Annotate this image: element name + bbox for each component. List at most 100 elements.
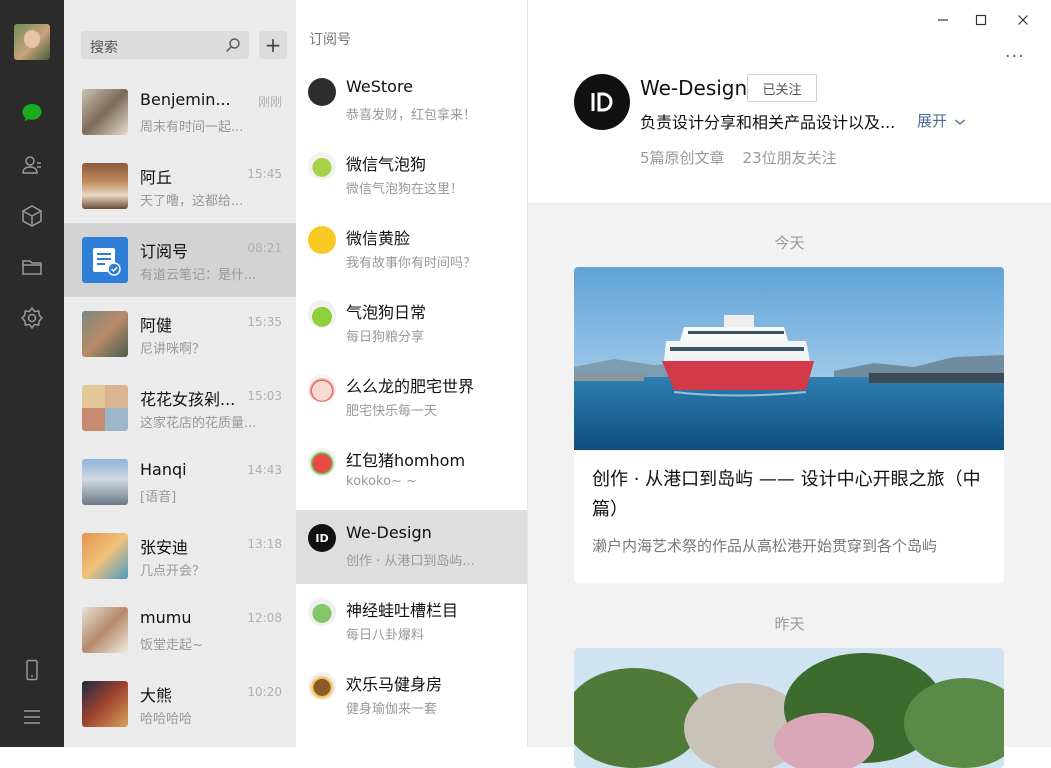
chat-item[interactable]: 花花女孩剁... 15:03 这家花店的花质量... bbox=[64, 371, 296, 445]
expand-label: 展开 bbox=[917, 112, 948, 130]
subscription-item[interactable]: WeStore 恭喜发财，红包拿来！ bbox=[296, 64, 527, 138]
chat-name: 花花女孩剁... bbox=[140, 390, 236, 409]
subscription-preview: 每日八卦爆料 bbox=[346, 628, 425, 643]
friends-following-count: 23位朋友关注 bbox=[742, 149, 837, 167]
original-articles-count: 5篇原创文章 bbox=[640, 149, 725, 167]
menu-icon[interactable] bbox=[19, 704, 45, 730]
maximize-icon[interactable] bbox=[969, 8, 993, 32]
chat-item-subscriptions[interactable]: 订阅号 08:21 有道云笔记：是什... bbox=[64, 223, 296, 297]
article-cover-image bbox=[574, 648, 1004, 768]
expand-link[interactable]: 展开 bbox=[917, 110, 966, 131]
chat-name: Hanqi bbox=[140, 460, 187, 479]
subscription-name: 微信气泡狗 bbox=[346, 155, 427, 174]
subscription-item[interactable]: 微信黄脸 我有故事你有时间吗？ bbox=[296, 212, 527, 286]
subscription-name: 红包猪homhom bbox=[346, 451, 466, 470]
article-card[interactable]: 创作 · 从港口到岛屿 —— 设计中心开眼之旅（中篇） 濑户内海艺术祭的作品从高… bbox=[574, 267, 1004, 583]
we-design-logo: ID bbox=[308, 524, 336, 552]
folder-icon[interactable] bbox=[19, 254, 45, 280]
chat-preview: 天了噜，这都给... bbox=[140, 194, 244, 209]
chat-preview: 哈哈哈哈 bbox=[140, 712, 193, 727]
bubble-dog-daily-avatar bbox=[308, 300, 336, 328]
we-design-logo bbox=[574, 74, 630, 130]
more-options-icon[interactable]: ··· bbox=[1005, 46, 1025, 67]
chat-name: 阿健 bbox=[140, 316, 173, 335]
chat-time: 15:35 bbox=[247, 315, 282, 329]
chat-item[interactable]: 阿丘 15:45 天了噜，这都给... bbox=[64, 149, 296, 223]
chat-preview: [语音] bbox=[140, 490, 177, 505]
box-icon[interactable] bbox=[19, 203, 45, 229]
minimize-icon[interactable] bbox=[931, 8, 955, 32]
westore-logo bbox=[308, 78, 336, 106]
settings-icon[interactable] bbox=[19, 305, 45, 331]
subscription-name: WeStore bbox=[346, 77, 414, 96]
subscription-name: 神经蛙吐槽栏目 bbox=[346, 601, 459, 620]
chat-name: 订阅号 bbox=[140, 242, 189, 261]
subscription-preview: 我有故事你有时间吗？ bbox=[346, 256, 477, 271]
subscription-item[interactable]: 么么龙的肥宅世界 肥宅快乐每一天 bbox=[296, 360, 527, 434]
chat-name: 张安迪 bbox=[140, 538, 189, 557]
subscription-preview: 每日狗粮分享 bbox=[346, 330, 425, 345]
subscription-item[interactable]: 红包猪homhom kokoko~ ~ bbox=[296, 434, 527, 508]
subscription-preview: 肥宅快乐每一天 bbox=[346, 404, 438, 419]
chat-item[interactable]: 大熊 10:20 哈哈哈哈 bbox=[64, 667, 296, 741]
chat-item[interactable]: 阿健 15:35 尼讲咪啊？ bbox=[64, 297, 296, 371]
subscription-item[interactable]: 欢乐马健身房 健身瑜伽来一套 bbox=[296, 658, 527, 732]
subscription-preview: 创作 · 从港口到岛屿... bbox=[346, 554, 475, 569]
chat-item[interactable]: Benjemin... 刚刚 周末有时间一起... bbox=[64, 75, 296, 149]
chat-name: mumu bbox=[140, 608, 192, 627]
horse-avatar bbox=[308, 672, 336, 700]
wechat-window: 搜索 + Benjemin... 刚刚 周末有时间一起... 阿丘 15:45 … bbox=[0, 0, 1051, 768]
avatar bbox=[82, 533, 128, 579]
add-button[interactable]: + bbox=[259, 31, 287, 59]
chat-time: 10:20 bbox=[247, 685, 282, 699]
dragon-avatar bbox=[308, 374, 336, 402]
avatar bbox=[82, 607, 128, 653]
subscription-name: 么么龙的肥宅世界 bbox=[346, 377, 475, 396]
contacts-icon[interactable] bbox=[19, 152, 45, 178]
chat-preview: 周末有时间一起... bbox=[140, 120, 244, 135]
chat-time: 15:03 bbox=[247, 389, 282, 403]
user-avatar[interactable] bbox=[14, 24, 50, 60]
avatar bbox=[82, 311, 128, 357]
avatar bbox=[82, 385, 128, 431]
subscription-preview: 恭喜发财，红包拿来！ bbox=[346, 108, 477, 123]
left-nav bbox=[0, 0, 64, 747]
subscription-name: 微信黄脸 bbox=[346, 229, 411, 248]
account-description: 负责设计分享和相关产品设计以及... bbox=[640, 113, 896, 132]
chat-item[interactable]: 张安迪 13:18 几点开会？ bbox=[64, 519, 296, 593]
article-card[interactable] bbox=[574, 648, 1004, 768]
search-placeholder: 搜索 bbox=[90, 40, 118, 56]
chat-item[interactable]: Hanqi 14:43 [语音] bbox=[64, 445, 296, 519]
chat-preview: 几点开会？ bbox=[140, 564, 206, 579]
avatar bbox=[82, 459, 128, 505]
chat-preview: 有道云笔记：是什... bbox=[140, 268, 257, 283]
chat-item[interactable]: mumu 12:08 饭堂走起~ bbox=[64, 593, 296, 667]
subscription-item[interactable]: 微信气泡狗 微信气泡狗在这里！ bbox=[296, 138, 527, 212]
subscription-list-title: 订阅号 bbox=[309, 32, 351, 48]
subscription-name: 气泡狗日常 bbox=[346, 303, 427, 322]
avatar bbox=[82, 681, 128, 727]
chat-name: 大熊 bbox=[140, 686, 173, 705]
subscription-name: 欢乐马健身房 bbox=[346, 675, 443, 694]
article-feed-panel: ··· We-Design 已关注 负责设计分享和相关产品设计以及... 展开 … bbox=[528, 0, 1051, 768]
account-stats: 5篇原创文章 23位朋友关注 bbox=[640, 147, 837, 168]
subscription-item-we-design[interactable]: ID We-Design 创作 · 从港口到岛屿... bbox=[296, 510, 527, 584]
chat-icon[interactable] bbox=[19, 100, 45, 126]
subscription-item[interactable]: 神经蛙吐槽栏目 每日八卦爆料 bbox=[296, 584, 527, 658]
avatar bbox=[82, 163, 128, 209]
avatar bbox=[82, 89, 128, 135]
account-header: ··· We-Design 已关注 负责设计分享和相关产品设计以及... 展开 … bbox=[528, 0, 1051, 204]
yellow-face-avatar bbox=[308, 226, 336, 254]
phone-icon[interactable] bbox=[19, 657, 45, 683]
chat-name: 阿丘 bbox=[140, 168, 173, 187]
subscription-item[interactable]: 气泡狗日常 每日狗粮分享 bbox=[296, 286, 527, 360]
close-icon[interactable] bbox=[1011, 8, 1035, 32]
chat-time: 13:18 bbox=[247, 537, 282, 551]
chat-name: Benjemin... bbox=[140, 90, 231, 109]
chat-time: 14:43 bbox=[247, 463, 282, 477]
date-divider-yesterday: 昨天 bbox=[774, 615, 805, 633]
search-input[interactable]: 搜索 bbox=[81, 31, 249, 59]
followed-button[interactable]: 已关注 bbox=[747, 74, 817, 102]
article-title: 创作 · 从港口到岛屿 —— 设计中心开眼之旅（中篇） bbox=[592, 469, 981, 520]
chat-time: 15:45 bbox=[247, 167, 282, 181]
